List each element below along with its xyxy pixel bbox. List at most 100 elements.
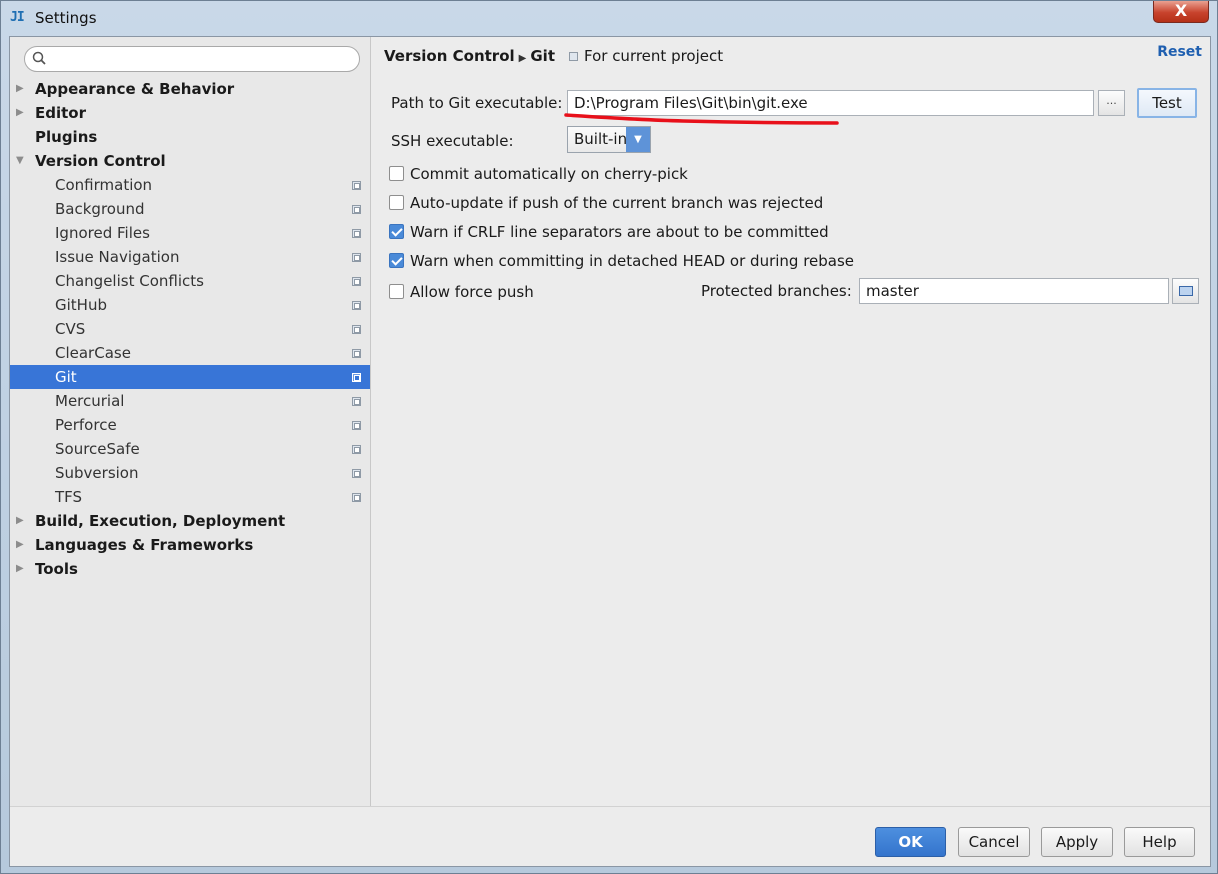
sidebar-item-label: Editor [35,104,86,122]
project-scope-icon [568,52,578,61]
window-title: Settings [35,9,97,27]
project-scope-icon [352,349,361,358]
ssh-label: SSH executable: [391,132,514,150]
intellij-app-icon: JI [10,10,25,25]
reset-link[interactable]: Reset [1157,44,1202,60]
help-button[interactable]: Help [1124,827,1195,857]
option-checkbox[interactable] [389,253,404,268]
option-checkbox[interactable] [389,224,404,239]
sidebar-item-label: Perforce [55,416,117,434]
project-scope-icon [352,493,361,502]
sidebar-item-label: Background [55,200,145,218]
sidebar-item[interactable]: ▶ Build, Execution, Deployment [10,509,370,533]
sidebar-item[interactable]: Ignored Files [10,221,370,245]
search-input[interactable] [51,49,351,69]
title-bar: JI Settings X [1,1,1217,35]
expand-field-icon [1179,286,1193,296]
sidebar-item-label: Mercurial [55,392,125,410]
dialog-body: ▶ Appearance & Behavior ▶ Editor Plugins ▼ Ver… [9,36,1211,867]
sidebar-item[interactable]: ClearCase [10,341,370,365]
browse-button[interactable]: ... [1098,90,1125,116]
git-settings-panel: Version Control ▶ Git For current project R… [372,37,1210,806]
project-scope-icon [352,277,361,286]
sidebar-item[interactable]: ▶ Appearance & Behavior [10,77,370,101]
option-label: Warn if CRLF line separators are about t… [410,223,829,241]
sidebar-item[interactable]: SourceSafe [10,437,370,461]
close-button[interactable]: X [1153,1,1209,23]
sidebar-item[interactable]: TFS [10,485,370,509]
sidebar-item-label: Confirmation [55,176,153,194]
settings-window: JI Settings X ▶ Appearance & Behavior ▶ Edi… [0,0,1218,874]
sidebar-item-label: Build, Execution, Deployment [35,512,286,530]
settings-sidebar: ▶ Appearance & Behavior ▶ Editor Plugins ▼ Ver… [10,37,371,806]
sidebar-item[interactable]: ▶ Languages & Frameworks [10,533,370,557]
protected-branches-label: Protected branches: [701,282,852,300]
sidebar-item-label: Ignored Files [55,224,150,242]
project-scope-icon [352,229,361,238]
edit-branches-button[interactable] [1172,278,1199,304]
test-button[interactable]: Test [1137,88,1197,118]
sidebar-item-label: GitHub [55,296,107,314]
sidebar-item[interactable]: ▼ Version Control [10,149,370,173]
chevron-right-icon[interactable]: ▶ [16,509,28,533]
sidebar-item-label: Git [55,368,77,386]
breadcrumb-current: Git [530,47,555,65]
apply-button[interactable]: Apply [1041,827,1113,857]
sidebar-item[interactable]: GitHub [10,293,370,317]
chevron-down-icon[interactable]: ▼ [16,149,28,173]
sidebar-item-label: CVS [55,320,86,338]
red-underline-annotation [564,113,839,125]
ssh-selected-value: Built-in [574,130,628,148]
project-scope-icon [352,421,361,430]
option-checkbox[interactable] [389,166,404,181]
sidebar-item[interactable]: Mercurial [10,389,370,413]
project-scope-icon [352,301,361,310]
project-scope-icon [352,373,361,382]
settings-tree: ▶ Appearance & Behavior ▶ Editor Plugins ▼ Ver… [10,77,370,581]
option-checkbox[interactable] [389,284,404,299]
option-label: Allow force push [410,283,534,301]
sidebar-item-label: Languages & Frameworks [35,536,254,554]
sidebar-item-label: SourceSafe [55,440,140,458]
sidebar-item[interactable]: ▶ Editor [10,101,370,125]
dropdown-arrow-icon[interactable]: ▼ [626,127,650,152]
sidebar-item[interactable]: Subversion [10,461,370,485]
chevron-right-icon[interactable]: ▶ [16,77,28,101]
chevron-right-icon: ▶ [518,53,527,64]
settings-search[interactable] [24,46,360,72]
sidebar-item-label: Appearance & Behavior [35,80,235,98]
protected-branches-input[interactable]: master [859,278,1169,304]
sidebar-item-label: ClearCase [55,344,131,362]
option-label: Warn when committing in detached HEAD or… [410,252,855,270]
sidebar-item[interactable]: Changelist Conflicts [10,269,370,293]
chevron-right-icon[interactable]: ▶ [16,557,28,581]
project-scope-icon [352,469,361,478]
sidebar-item-label: Tools [35,560,78,578]
breadcrumb-parent: Version Control [384,47,515,65]
project-scope-icon [352,325,361,334]
project-scope-icon [352,205,361,214]
path-label: Path to Git executable: [391,94,563,112]
ok-button[interactable]: OK [875,827,946,857]
chevron-right-icon[interactable]: ▶ [16,101,28,125]
option-label: Commit automatically on cherry-pick [410,165,688,183]
sidebar-item[interactable]: Git [10,365,370,389]
ssh-executable-select[interactable]: Built-in ▼ [567,126,651,153]
sidebar-item[interactable]: Background [10,197,370,221]
cancel-button[interactable]: Cancel [958,827,1030,857]
option-checkbox[interactable] [389,195,404,210]
chevron-right-icon[interactable]: ▶ [16,533,28,557]
sidebar-item[interactable]: Plugins [10,125,370,149]
breadcrumb: Version Control ▶ Git For current project [384,47,723,65]
option-label: Auto-update if push of the current branc… [410,194,824,212]
sidebar-item-label: Issue Navigation [55,248,180,266]
project-scope-icon [352,181,361,190]
project-scope-icon [352,253,361,262]
sidebar-item[interactable]: ▶ Tools [10,557,370,581]
sidebar-item[interactable]: CVS [10,317,370,341]
breadcrumb-scope: For current project [583,47,724,65]
dialog-footer: OK Cancel Apply Help [10,806,1210,866]
sidebar-item[interactable]: Perforce [10,413,370,437]
sidebar-item[interactable]: Issue Navigation [10,245,370,269]
sidebar-item[interactable]: Confirmation [10,173,370,197]
